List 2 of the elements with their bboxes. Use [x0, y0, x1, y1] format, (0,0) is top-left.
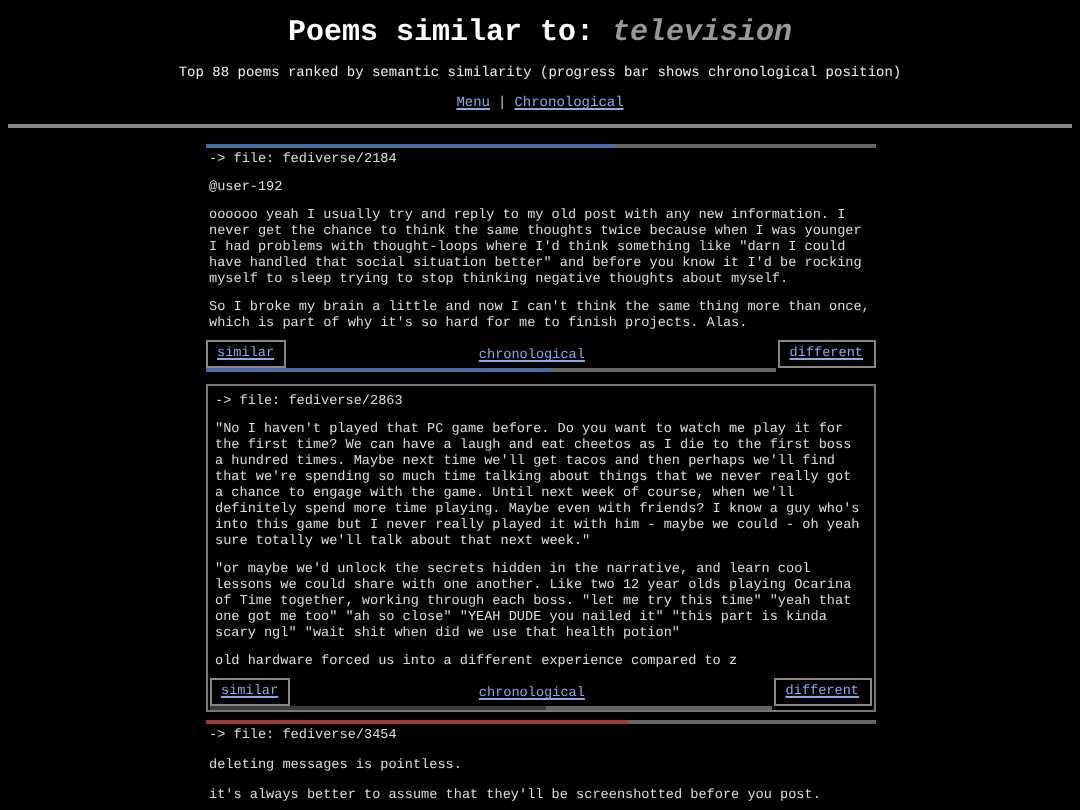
- query-term: television: [612, 16, 793, 50]
- page-title: Poems similar to:: [287, 16, 594, 50]
